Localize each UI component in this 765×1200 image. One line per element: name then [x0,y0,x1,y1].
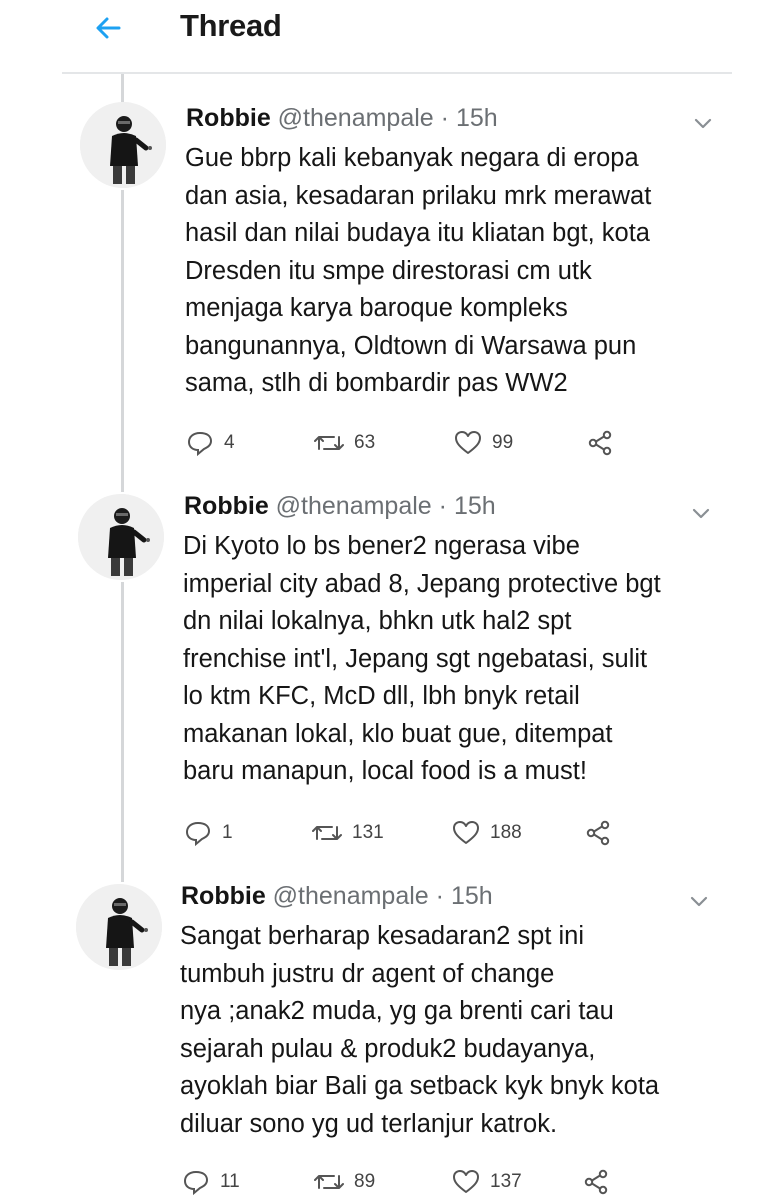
chevron-down-icon [692,508,710,519]
retweet-button[interactable]: 63 [314,429,375,457]
tweet-header: Robbie @thenampale · 15h [181,882,493,911]
tweet-line: dn nilai lokalnya, bhkn utk hal2 spt [183,607,572,635]
reply-button[interactable]: 11 [182,1168,240,1196]
tweet-line: lo ktm KFC, McD dll, lbh bnyk retail [183,682,580,710]
retweet-button[interactable]: 89 [314,1168,375,1196]
tweet-line: baru manapun, local food is a must! [183,757,587,785]
separator-dot: · [435,882,444,910]
reply-count: 4 [224,432,235,453]
person-icon [76,884,162,970]
tweet-line: nya ;anak2 muda, yg ga brenti cari tau [180,997,614,1025]
tweet-line: sejarah pulau & produk2 budayanya, [180,1034,596,1063]
like-count: 99 [492,432,514,453]
person-icon [78,494,164,580]
heart-icon [453,821,479,844]
thread-line [121,74,124,102]
tweet-text: Sangat berharap kesadaran2 spt ini tumbu… [180,918,659,1143]
tweet-line: bangunannya, Oldtown di Warsawa pun [185,331,637,360]
retweet-icon [314,1175,344,1189]
tweet-line: tumbuh justru dr agent of change [180,959,555,988]
reply-icon [183,1170,209,1196]
tweet-line: makanan lokal, klo buat gue, ditempat [183,719,613,748]
tweet-line: dan asia, kesadaran prilaku mrk merawat [185,181,652,210]
tweet-menu-button[interactable] [686,888,712,914]
share-icon [584,1169,608,1195]
chevron-down-icon [694,118,712,129]
author-handle[interactable]: @thenampale [276,492,432,520]
arrow-left-icon [93,13,123,48]
tweet-line: menjaga karya baroque kompleks [185,294,568,322]
thread-header: Thread [0,0,765,72]
tweet-line: hasil dan nilai budaya itu kliatan bgt, … [185,219,650,247]
reply-button[interactable]: 1 [184,819,233,847]
reply-icon [185,821,211,847]
reply-count: 1 [222,822,233,843]
chevron-down-icon [690,896,708,907]
retweet-icon [314,436,344,450]
page-title: Thread [180,8,282,43]
tweet-line: Sangat berharap kesadaran2 spt ini [180,922,585,950]
author-name[interactable]: Robbie [184,492,269,520]
like-button[interactable]: 99 [454,429,513,457]
tweet-line: sama, stlh di bombardir pas WW2 [185,369,568,397]
author-handle[interactable]: @thenampale [273,882,429,910]
heart-icon [453,1170,479,1193]
person-icon [80,102,166,188]
share-button[interactable] [582,1168,610,1196]
reply-button[interactable]: 4 [186,429,235,457]
tweet-line: diluar sono yg ud terlanjur katrok. [180,1109,558,1138]
share-icon [586,820,610,846]
separator-dot: · [438,492,447,520]
back-button[interactable] [90,12,126,48]
header-divider [62,72,732,74]
heart-icon [455,431,481,454]
separator-dot: · [440,104,449,132]
like-count: 137 [490,1171,522,1192]
like-button[interactable]: 188 [452,819,522,847]
retweet-count: 89 [354,1171,376,1192]
tweet-header: Robbie @thenampale · 15h [184,492,496,521]
timestamp[interactable]: 15h [451,882,493,910]
tweet-line: Dresden itu smpe direstorasi cm utk [185,256,592,285]
retweet-count: 63 [354,432,376,453]
thread-line [121,190,124,492]
tweet-line: frenchise int'l, Jepang sgt ngebatasi, s… [183,644,648,673]
tweet-line: Di Kyoto lo bs bener2 ngerasa vibe [183,532,580,560]
avatar[interactable] [76,884,162,970]
avatar[interactable] [78,494,164,580]
author-handle[interactable]: @thenampale [278,104,434,132]
retweet-count: 131 [352,822,384,843]
author-name[interactable]: Robbie [186,104,271,132]
tweet-menu-button[interactable] [688,500,714,526]
like-count: 188 [490,822,522,843]
tweet-text: Gue bbrp kali kebanyak negara di eropa d… [185,140,651,403]
reply-count: 11 [220,1171,240,1192]
retweet-button[interactable]: 131 [312,819,384,847]
tweet-line: Gue bbrp kali kebanyak negara di eropa [185,144,639,172]
tweet-line: imperial city abad 8, Jepang protective … [183,569,661,598]
reply-icon [187,431,213,457]
author-name[interactable]: Robbie [181,882,266,910]
share-button[interactable] [584,819,612,847]
tweet-text: Di Kyoto lo bs bener2 ngerasa vibe imper… [183,528,661,791]
like-button[interactable]: 137 [452,1168,522,1196]
retweet-icon [312,826,342,840]
avatar[interactable] [80,102,166,188]
tweet-line: ayoklah biar Bali ga setback kyk bnyk ko… [180,1072,660,1100]
tweet-menu-button[interactable] [690,110,716,136]
share-icon [588,430,612,456]
timestamp[interactable]: 15h [456,104,498,132]
tweet-header: Robbie @thenampale · 15h [186,104,498,133]
thread-line [121,582,124,882]
timestamp[interactable]: 15h [454,492,496,520]
share-button[interactable] [586,429,614,457]
